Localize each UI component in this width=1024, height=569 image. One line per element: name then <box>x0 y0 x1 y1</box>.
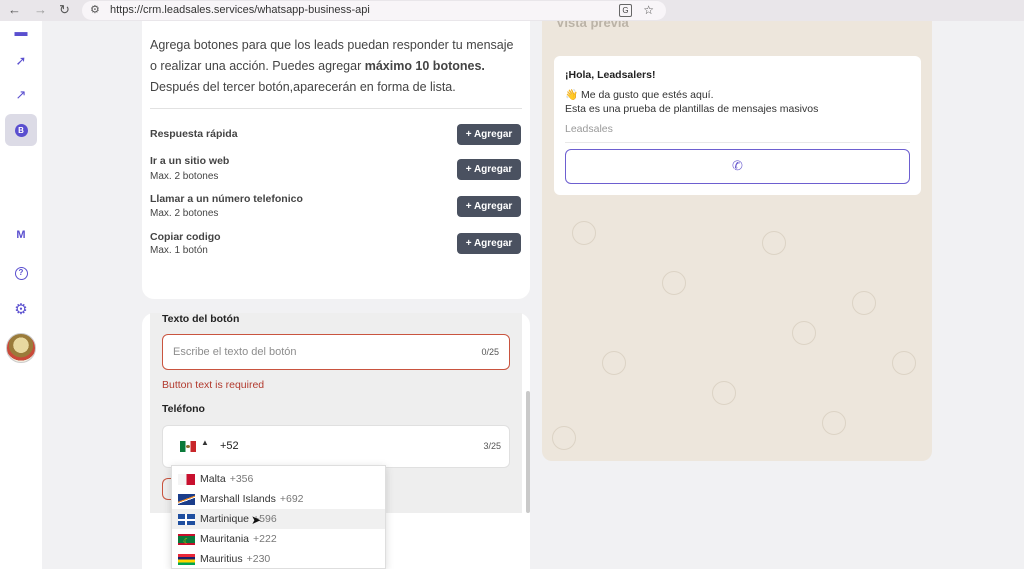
mexico-flag-icon[interactable] <box>180 441 196 452</box>
country-name: Mauritius <box>200 553 243 565</box>
add-quick-reply-button[interactable]: + Agregar <box>457 124 521 145</box>
m-app-icon[interactable]: M <box>5 220 37 250</box>
message-preview: Vista previa ¡Hola, Leadsalers! 👋 Me da … <box>542 21 932 461</box>
doodle-icon <box>662 271 686 295</box>
phone-label: Teléfono <box>162 403 205 415</box>
buttons-intro: Agrega botones para que los leads puedan… <box>150 38 514 94</box>
country-name: Mauritania <box>200 533 250 545</box>
sidebar: ▬ ➚ ↗ B M ? ⚙ <box>0 21 42 569</box>
country-name: Malta <box>200 473 226 485</box>
mouse-cursor-icon: ➤ <box>251 513 262 527</box>
help-icon[interactable]: ? <box>5 258 37 288</box>
option-title-quick-reply: Respuesta rápida <box>150 128 238 140</box>
phone-input[interactable]: ▲ +52 3/25 <box>162 425 510 468</box>
button-text-error: Button text is required <box>162 379 265 391</box>
country-code: +222 <box>253 533 277 545</box>
mauritania-flag-icon <box>178 532 195 552</box>
country-option[interactable]: Martinique +596 <box>172 509 385 529</box>
add-website-button[interactable]: + Agregar <box>457 159 521 180</box>
message-bubble: ¡Hola, Leadsalers! 👋 Me da gusto que est… <box>554 56 921 195</box>
country-option[interactable]: Marshall Islands +692 <box>172 489 385 509</box>
trend-icon[interactable]: ↗ <box>5 80 37 110</box>
martinique-flag-icon <box>178 514 195 525</box>
button-text-input[interactable]: Escribe el texto del botón 0/25 <box>162 334 510 370</box>
message-footer: Leadsales <box>565 123 613 135</box>
back-arrow-icon[interactable]: ← <box>8 2 21 17</box>
right-gutter <box>932 21 1024 569</box>
country-name: Martinique <box>200 513 250 525</box>
divider <box>565 142 910 143</box>
option-sub-call: Max. 2 botones <box>150 208 219 219</box>
phone-icon: ✆ <box>732 158 743 173</box>
country-option[interactable]: Mauritius +230 <box>172 549 385 569</box>
doodle-icon <box>572 221 596 245</box>
country-code: +230 <box>246 553 271 565</box>
add-call-button[interactable]: + Agregar <box>457 196 521 217</box>
forward-arrow-icon[interactable]: → <box>34 2 47 17</box>
button-text-label: Texto del botón <box>162 313 240 325</box>
add-copy-code-button[interactable]: + Agregar <box>457 233 521 254</box>
option-title-call: Llamar a un número telefonico <box>150 193 303 205</box>
country-code: +356 <box>229 473 254 485</box>
country-dropdown: Malta +356 Marshall Islands +692 Martiniqu… <box>171 465 386 569</box>
option-title-copy-code: Copiar codigo <box>150 231 221 243</box>
message-line: 👋 Me da gusto que estés aquí. <box>565 89 714 101</box>
country-option[interactable]: Mauritania+222 <box>172 529 385 552</box>
doodle-icon <box>792 321 816 345</box>
pointer-click-icon[interactable]: ➚ <box>5 46 37 76</box>
call-button[interactable]: ✆ <box>565 149 910 184</box>
option-title-website: Ir a un sitio web <box>150 155 230 167</box>
doodle-icon <box>602 351 626 375</box>
reload-icon[interactable]: ↻ <box>59 2 70 18</box>
message-title: ¡Hola, Leadsalers! <box>565 69 656 81</box>
settings-gear-icon[interactable]: ⚙ <box>5 295 37 325</box>
doodle-icon <box>552 426 576 450</box>
site-settings-icon[interactable]: ⚙ <box>90 1 100 20</box>
doodle-icon <box>822 411 846 435</box>
translate-icon[interactable]: G <box>619 4 632 17</box>
chat-icon[interactable]: ▬ <box>5 17 37 47</box>
doodle-icon <box>852 291 876 315</box>
option-sub-website: Max. 2 botones <box>150 171 219 182</box>
country-option[interactable]: Malta +356 <box>172 469 385 489</box>
phone-value: +52 <box>220 440 239 452</box>
user-avatar[interactable] <box>6 333 36 363</box>
preview-title: Vista previa <box>556 21 629 30</box>
message-line: Esta es una prueba de plantillas de mens… <box>565 103 819 115</box>
button-text-counter: 0/25 <box>481 347 499 357</box>
message-body: 👋 Me da gusto que estés aquí. Esta es un… <box>565 88 818 116</box>
buttons-card: Agrega botones para que los leads puedan… <box>142 21 530 299</box>
address-bar[interactable]: ⚙ https://crm.leadsales.services/whatsap… <box>82 1 666 20</box>
option-sub-copy-code: Max. 1 botón <box>150 245 208 256</box>
country-code: +692 <box>279 493 304 505</box>
mauritius-flag-icon <box>178 554 195 565</box>
url-text: https://crm.leadsales.services/whatsapp-… <box>110 4 370 16</box>
divider <box>150 108 522 109</box>
form-scrollbar[interactable] <box>526 391 530 513</box>
marshall-islands-flag-icon <box>178 494 195 505</box>
doodle-icon <box>712 381 736 405</box>
bookmark-star-icon[interactable]: ☆ <box>643 1 654 20</box>
country-name: Marshall Islands <box>200 493 276 505</box>
malta-flag-icon <box>178 474 195 485</box>
broadcast-icon[interactable]: B <box>5 114 37 146</box>
doodle-icon <box>892 351 916 375</box>
doodle-icon <box>762 231 786 255</box>
caret-up-icon[interactable]: ▲ <box>201 438 209 447</box>
phone-counter: 3/25 <box>483 441 501 451</box>
browser-toolbar: ← → ↻ ⚙ https://crm.leadsales.services/w… <box>0 0 1024 21</box>
button-text-placeholder: Escribe el texto del botón <box>173 346 297 358</box>
